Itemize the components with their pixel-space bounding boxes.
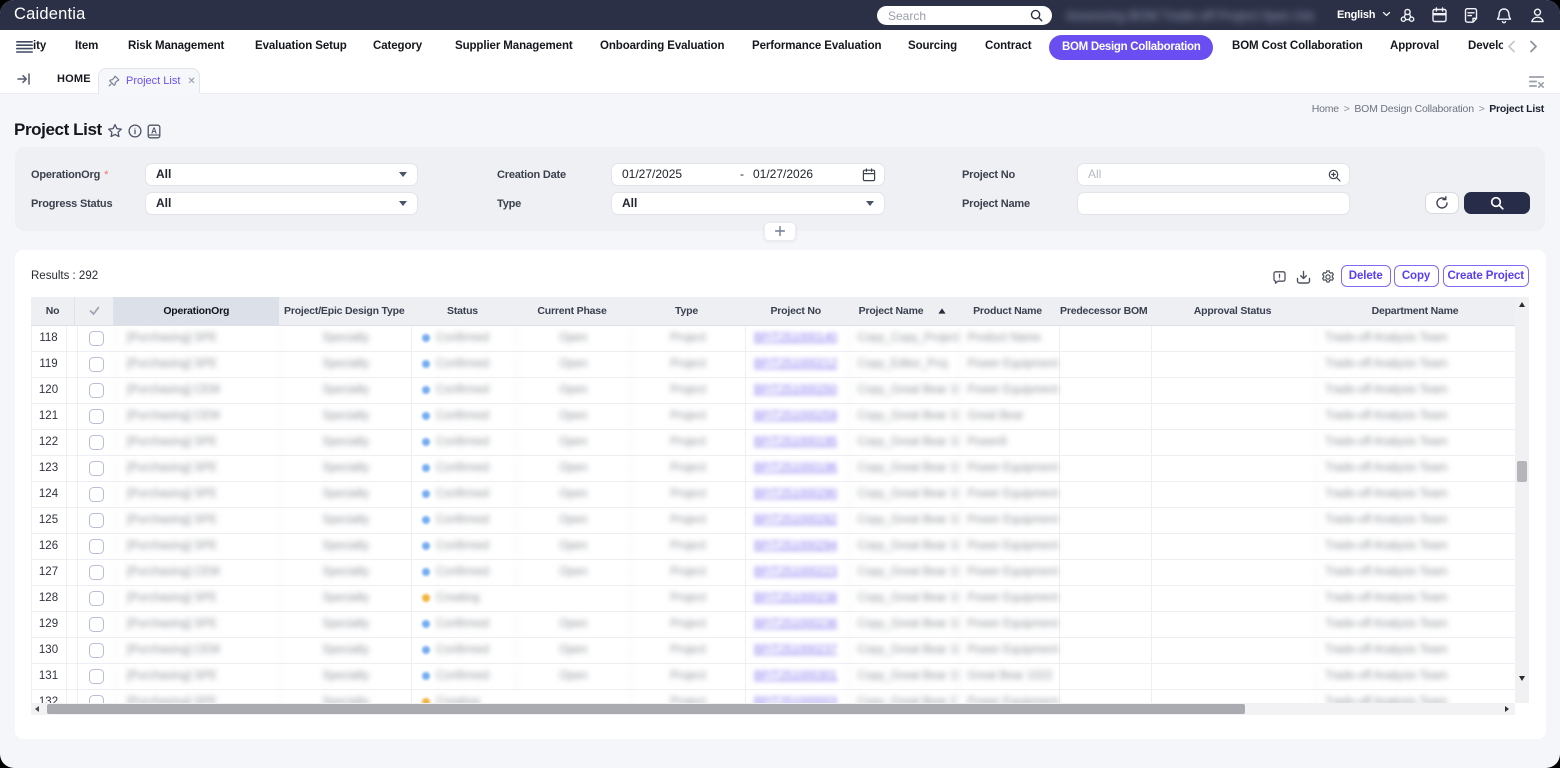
svg-text:A: A — [151, 126, 157, 135]
